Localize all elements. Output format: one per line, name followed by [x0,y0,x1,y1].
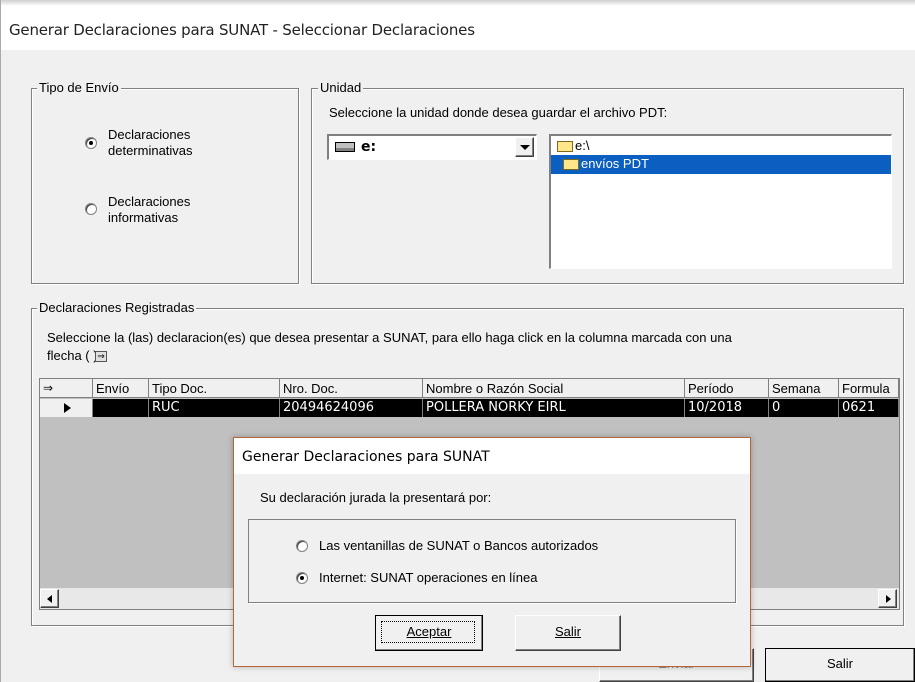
cell-semana: 0 [769,399,839,417]
chevron-right-icon [886,595,891,603]
instruction-line-1: Seleccione la (las) declaracion(es) que … [47,330,732,345]
cell-nombre: POLLERA NORKY EIRL [423,399,685,417]
aceptar-focus-box [381,621,475,643]
cell-periodo: 10/2018 [685,399,769,417]
chevron-left-icon [47,595,52,603]
folder-root-label: e:\ [575,138,590,153]
cell-tipo-doc: RUC [149,399,280,417]
radio-informativas[interactable] [85,203,97,215]
arrow-icon: ⇒ [95,351,107,362]
drive-select[interactable]: e: [327,134,537,160]
dialog-title-bar: Generar Declaraciones para SUNAT [234,438,750,474]
drive-icon [335,142,355,152]
cell-envio [93,399,149,417]
unidad-title: Unidad [318,80,364,96]
ventanillas-label: Las ventanillas de SUNAT o Bancos autori… [319,538,599,553]
unidad-prompt: Seleccione la unidad donde desea guardar… [329,105,668,120]
determinativas-label-1: Declaraciones [108,127,191,142]
cell-formula: 0621 [839,399,899,417]
aceptar-button[interactable]: Aceptar [375,615,483,651]
row-pointer-icon [64,403,71,413]
registradas-title: Declaraciones Registradas [37,300,197,316]
dialog-salir-button[interactable]: Salir [515,615,621,651]
tipo-envio-title: Tipo de Envío [37,80,121,96]
window-title: Generar Declaraciones para SUNAT - Selec… [9,21,475,39]
radio-internet[interactable] [296,572,308,584]
folder-open-icon [557,141,573,152]
column-header-tipo-doc[interactable]: Tipo Doc. [149,379,280,398]
column-header-select[interactable]: ⇒ [40,379,93,398]
internet-label: Internet: SUNAT operaciones en línea [319,570,538,585]
folder-list[interactable]: e:\ envíos PDT [549,134,892,269]
column-header-periodo[interactable]: Período [685,379,769,398]
drive-value: e: [361,139,377,155]
folder-open-icon [563,159,579,170]
informativas-label-1: Declaraciones [108,194,191,209]
column-header-semana[interactable]: Semana [769,379,839,398]
dialog-title: Generar Declaraciones para SUNAT [242,449,490,465]
drive-dropdown-button[interactable] [515,137,534,157]
cell-nro-doc: 20494624096 [280,399,423,417]
column-header-envio[interactable]: Envío [93,379,149,398]
column-header-nro-doc[interactable]: Nro. Doc. [280,379,423,398]
determinativas-label-2: determinativas [108,143,193,158]
title-bar: Generar Declaraciones para SUNAT - Selec… [1,0,915,50]
title-bar-edge [1,0,915,6]
table-row[interactable]: RUC 20494624096 POLLERA NORKY EIRL 10/20… [40,399,899,417]
dialog-options-frame [248,519,736,603]
column-header-formula[interactable]: Formula [839,379,899,398]
tipo-envio-group [31,88,299,284]
folder-envios-label: envíos PDT [581,156,649,171]
dialog-question: Su declaración jurada la presentará por: [260,490,492,505]
chevron-down-icon [520,145,530,150]
column-header-nombre[interactable]: Nombre o Razón Social [423,379,685,398]
scroll-left-button[interactable] [40,589,59,608]
dialog-salir-label: Salir [554,624,581,639]
folder-item-root[interactable]: e:\ [557,138,757,155]
radio-ventanillas[interactable] [296,540,308,552]
row-selector[interactable] [40,399,93,417]
modal-dialog: Generar Declaraciones para SUNAT Su decl… [233,437,751,667]
informativas-label-2: informativas [108,210,179,225]
radio-determinativas[interactable] [85,137,97,149]
salir-button[interactable]: Salir [765,648,915,682]
salir-label: Salir [826,656,853,671]
scroll-right-button[interactable] [878,589,897,608]
folder-item-envios[interactable]: envíos PDT [551,155,891,174]
